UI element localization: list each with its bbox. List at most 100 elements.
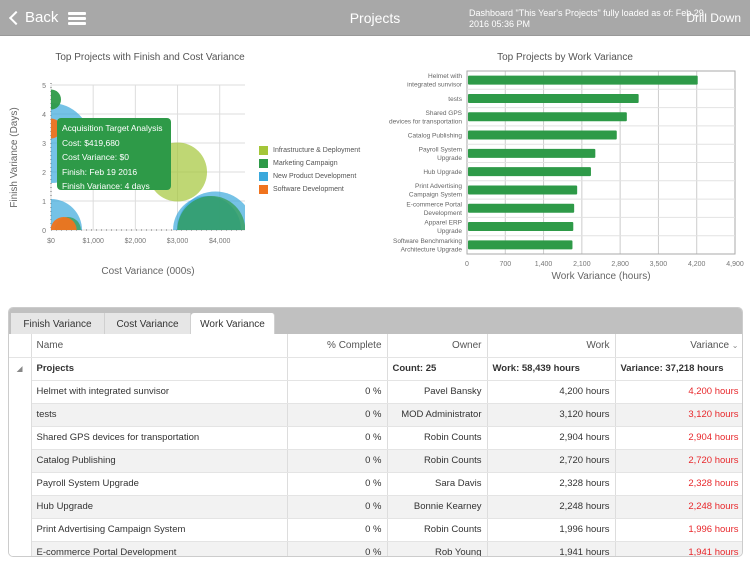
x-axis-label: Work Variance (hours)	[551, 271, 650, 282]
cell-work: 3,120 hours	[487, 403, 616, 427]
back-button[interactable]: Back	[8, 9, 58, 26]
work-variance-bar[interactable]	[468, 167, 591, 177]
tooltip-line: Cost: $419,680	[62, 137, 120, 148]
category-label: Catalog Publishing	[408, 133, 463, 140]
table-row[interactable]: Hub Upgrade 0 % Bonnie Kearney 2,248 hours 2…	[9, 495, 742, 519]
tooltip-line: Cost Variance: $0	[62, 152, 129, 162]
group-variance-total: Variance: 37,218 hours	[615, 357, 742, 381]
cell-variance: 1,996 hours	[615, 518, 742, 542]
work-variance-bar[interactable]	[468, 240, 573, 250]
group-work-total: Work: 58,439 hours	[487, 357, 616, 381]
x-tick-label: 700	[499, 261, 511, 268]
tab-cost-variance[interactable]: Cost Variance	[105, 313, 191, 334]
category-label-line: integrated sunvisor	[407, 82, 463, 89]
cell-owner: Bonnie Kearney	[387, 495, 488, 519]
row-gutter	[9, 403, 32, 426]
table-row[interactable]: E-commerce Portal Development 0 % Rob Youn…	[9, 541, 742, 556]
table-row[interactable]: Shared GPS devices for transportation 0 %…	[9, 426, 742, 450]
work-variance-bar[interactable]	[468, 148, 596, 158]
category-label-line: Architecture Upgrade	[401, 246, 463, 253]
table-row[interactable]: tests 0 % MOD Administrator 3,120 hours 3,12…	[9, 403, 742, 427]
legend-item[interactable]: Infrastructure & Deployment	[259, 144, 360, 157]
row-gutter	[9, 518, 32, 541]
chart-legend: Infrastructure & Deployment Marketing Ca…	[259, 144, 360, 196]
table-row[interactable]: Helmet with integrated sunvisor 0 % Pavel …	[9, 380, 742, 404]
cell-complete: 0 %	[287, 472, 388, 496]
tab-work-variance[interactable]: Work Variance	[191, 313, 275, 334]
group-count: Count: 25	[387, 357, 488, 381]
tab-finish-variance[interactable]: Finish Variance	[11, 313, 105, 334]
cell-name: Payroll System Upgrade	[31, 472, 288, 496]
category-label: Hub Upgrade	[423, 169, 462, 176]
collapse-triangle-icon[interactable]: ◢	[9, 357, 32, 380]
work-variance-bar[interactable]	[468, 112, 627, 122]
legend-swatch	[259, 146, 268, 155]
legend-item[interactable]: Software Development	[259, 183, 360, 196]
row-gutter	[9, 449, 32, 472]
cell-owner: Robin Counts	[387, 426, 488, 450]
scatter-chart-title: Top Projects with Finish and Cost Varian…	[55, 52, 245, 63]
y-axis-label: Finish Variance (Days)	[9, 107, 20, 207]
x-axis-label: Cost Variance (000s)	[101, 266, 194, 277]
row-gutter	[9, 495, 32, 518]
hamburger-menu-icon[interactable]	[68, 12, 86, 25]
load-status-text: Dashboard "This Year's Projects" fully l…	[469, 8, 704, 29]
cell-complete: 0 %	[287, 403, 388, 427]
category-label-line: Apparel ERP	[424, 220, 462, 227]
work-variance-bar[interactable]	[468, 75, 698, 85]
category-label-line: Helmet with	[428, 73, 462, 80]
category-label-line: Development	[424, 210, 462, 217]
category-label-line: Catalog Publishing	[408, 133, 463, 140]
cell-variance: 1,941 hours	[615, 541, 742, 556]
cell-complete: 0 %	[287, 541, 388, 556]
cell-owner: Sara Davis	[387, 472, 488, 496]
drill-down-button[interactable]: Drill Down	[686, 11, 741, 25]
cell-name: Catalog Publishing	[31, 449, 288, 473]
legend-swatch	[259, 172, 268, 181]
top-bar: Back Projects Dashboard "This Year's Pro…	[0, 0, 750, 36]
y-tick-label: 5	[42, 83, 46, 90]
work-variance-bar[interactable]	[468, 203, 575, 213]
chevron-down-icon[interactable]: ⌄	[732, 341, 739, 350]
x-tick-label: 3,500	[650, 261, 668, 268]
legend-item[interactable]: Marketing Campaign	[259, 157, 360, 170]
category-label: Helmet with integrated sunvisor	[407, 73, 463, 89]
table-row[interactable]: Payroll System Upgrade 0 % Sara Davis 2,328…	[9, 472, 742, 496]
y-tick-label: 2	[42, 170, 46, 177]
work-variance-bar[interactable]	[468, 93, 639, 103]
tooltip-line: Finish: Feb 19 2016	[62, 166, 138, 177]
category-label-line: Campaign System	[409, 191, 462, 198]
x-tick-label: 2,100	[573, 261, 591, 268]
column-header-owner[interactable]: Owner	[387, 334, 488, 358]
cell-name: E-commerce Portal Development	[31, 541, 288, 556]
x-tick-label: $4,000	[209, 238, 231, 245]
cell-work: 2,904 hours	[487, 426, 616, 450]
x-tick-label: 0	[465, 261, 469, 268]
category-label: Payroll System Upgrade	[419, 146, 463, 162]
bar-chart[interactable]: 0 700 1,400 2,100 2,800 3,500 4,200 4,900 Helmet…	[370, 68, 750, 288]
x-tick-label: 1,400	[535, 261, 553, 268]
cell-name: Shared GPS devices for transportation	[31, 426, 288, 450]
cell-work: 2,328 hours	[487, 472, 616, 496]
bar-chart-title: Top Projects by Work Variance	[497, 52, 633, 63]
bubble-point[interactable]	[177, 196, 245, 264]
table-row[interactable]: Print Advertising Campaign System 0 % Robi…	[9, 518, 742, 542]
y-tick-label: 4	[42, 112, 46, 119]
cell-owner: Robin Counts	[387, 518, 488, 542]
legend-item[interactable]: New Product Development	[259, 170, 360, 183]
work-variance-bar[interactable]	[468, 222, 574, 232]
group-row[interactable]: ◢ Projects Count: 25 Work: 58,439 hours …	[9, 357, 742, 381]
column-header-variance[interactable]: Variance ⌄	[615, 334, 742, 358]
category-label-line: E-commerce Portal	[406, 201, 462, 208]
bubble-point[interactable]	[41, 89, 61, 110]
table-row[interactable]: Catalog Publishing 0 % Robin Counts 2,720 h…	[9, 449, 742, 473]
cell-work: 1,941 hours	[487, 541, 616, 556]
column-header-complete[interactable]: % Complete	[287, 334, 388, 358]
x-tick-label: $2,000	[125, 238, 147, 245]
column-header-name[interactable]: Name	[31, 334, 288, 358]
work-variance-bar[interactable]	[468, 185, 578, 195]
x-tick-label: 4,900	[726, 261, 744, 268]
work-variance-bar[interactable]	[468, 130, 617, 140]
column-header-work[interactable]: Work	[487, 334, 616, 358]
variance-grid-panel: Finish Variance Cost Variance Work Varia…	[8, 307, 743, 557]
